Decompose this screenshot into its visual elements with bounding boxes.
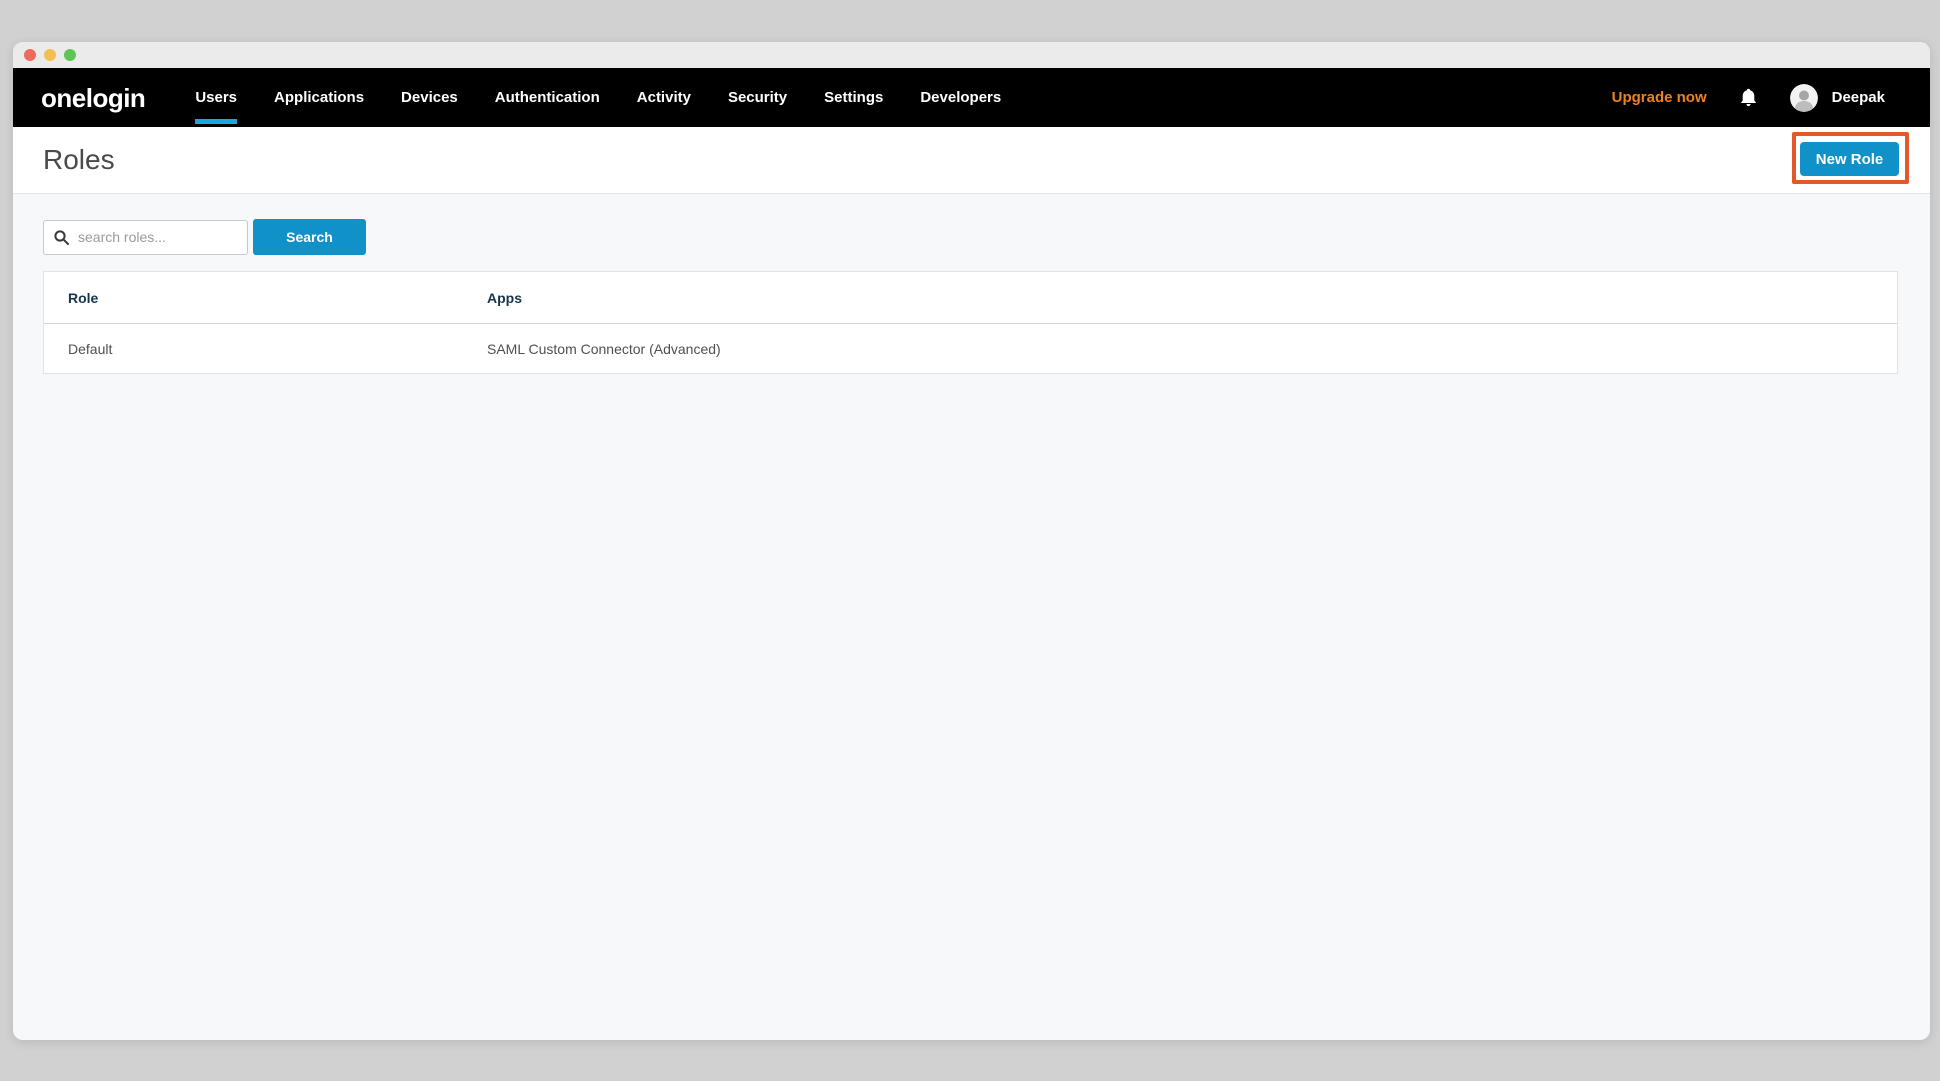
nav-item-activity[interactable]: Activity — [637, 68, 691, 127]
column-header-role: Role — [44, 290, 487, 306]
role-apps-cell: SAML Custom Connector (Advanced) — [487, 341, 1897, 357]
top-navbar: onelogin Users Applications Devices Auth… — [13, 68, 1930, 127]
search-roles-input[interactable] — [43, 220, 248, 255]
page-title: Roles — [43, 144, 115, 176]
nav-menu: Users Applications Devices Authenticatio… — [195, 68, 1001, 127]
nav-item-label: Settings — [824, 89, 883, 106]
role-name-cell[interactable]: Default — [44, 341, 487, 357]
nav-item-label: Security — [728, 89, 787, 106]
new-role-button[interactable]: New Role — [1800, 142, 1899, 176]
nav-item-label: Users — [195, 89, 237, 106]
page-header: Roles New Role — [13, 127, 1930, 194]
window-titlebar — [13, 42, 1930, 68]
nav-item-label: Applications — [274, 89, 364, 106]
table-row[interactable]: Default SAML Custom Connector (Advanced) — [44, 324, 1897, 373]
column-header-apps: Apps — [487, 290, 1897, 306]
user-name: Deepak — [1832, 89, 1885, 106]
search-button[interactable]: Search — [253, 219, 366, 255]
window-minimize-icon[interactable] — [44, 49, 56, 61]
roles-table: Role Apps Default SAML Custom Connector … — [43, 271, 1898, 374]
nav-item-label: Devices — [401, 89, 458, 106]
nav-item-developers[interactable]: Developers — [920, 68, 1001, 127]
window-close-icon[interactable] — [24, 49, 36, 61]
nav-item-security[interactable]: Security — [728, 68, 787, 127]
nav-item-devices[interactable]: Devices — [401, 68, 458, 127]
nav-item-label: Developers — [920, 89, 1001, 106]
nav-item-authentication[interactable]: Authentication — [495, 68, 600, 127]
page-content: Search Role Apps Default SAML Custom Con… — [13, 194, 1930, 1040]
user-menu[interactable]: Deepak — [1790, 84, 1885, 112]
search-box — [43, 220, 248, 255]
user-avatar — [1790, 84, 1818, 112]
onelogin-logo[interactable]: onelogin — [41, 85, 145, 111]
nav-item-users[interactable]: Users — [195, 68, 237, 127]
notifications-bell-icon[interactable] — [1740, 88, 1757, 107]
upgrade-now-link[interactable]: Upgrade now — [1612, 89, 1707, 106]
navbar-right-group: Upgrade now Deepak — [1612, 68, 1885, 127]
roles-table-header: Role Apps — [44, 272, 1897, 324]
window-zoom-icon[interactable] — [64, 49, 76, 61]
nav-item-label: Activity — [637, 89, 691, 106]
nav-item-label: Authentication — [495, 89, 600, 106]
search-row: Search — [13, 194, 1930, 255]
app-window: onelogin Users Applications Devices Auth… — [13, 42, 1930, 1040]
nav-item-applications[interactable]: Applications — [274, 68, 364, 127]
nav-item-settings[interactable]: Settings — [824, 68, 883, 127]
